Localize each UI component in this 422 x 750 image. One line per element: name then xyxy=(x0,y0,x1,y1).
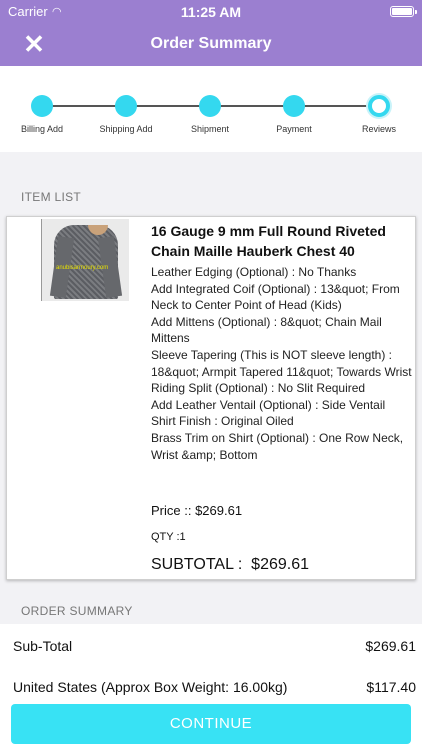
option-line: Add Mittens (Optional) : 8&quot; Chain M… xyxy=(151,314,382,346)
step-dot xyxy=(283,95,305,117)
summary-subtotal-row: Sub-Total $269.61 xyxy=(13,638,416,654)
navigation-bar: ✕ Order Summary xyxy=(0,22,422,66)
option-line: Sleeve Tapering (This is NOT sleeve leng… xyxy=(151,347,412,379)
product-title: 16 Gauge 9 mm Full Round Riveted Chain M… xyxy=(151,223,386,259)
product-quantity: QTY :1 xyxy=(151,531,186,543)
step-label: Shipping Add xyxy=(99,124,153,134)
summary-shipping-value: $117.40 xyxy=(366,679,416,695)
step-dot xyxy=(115,95,137,117)
header-bar: Carrier ◠ 11:25 AM ✕ Order Summary xyxy=(0,0,422,66)
step-label: Payment xyxy=(276,124,312,134)
step-label: Reviews xyxy=(361,124,396,134)
battery-icon xyxy=(390,6,417,17)
step-shipment: Shipment xyxy=(165,95,255,134)
checkout-progress: Billing Add Shipping Add Shipment Paymen… xyxy=(0,66,422,152)
page-title: Order Summary xyxy=(150,35,272,52)
option-line: Leather Edging (Optional) : No Thanks xyxy=(151,265,357,279)
image-watermark: anubisarmoury.com xyxy=(56,265,109,271)
step-billing-add: Billing Add xyxy=(0,95,87,134)
step-reviews: Reviews xyxy=(334,95,422,134)
status-time: 11:25 AM xyxy=(180,4,242,20)
step-dot xyxy=(199,95,221,117)
step-payment: Payment xyxy=(249,95,339,134)
summary-shipping-label: United States (Approx Box Weight: 16.00k… xyxy=(13,679,288,695)
step-label: Shipment xyxy=(190,124,230,134)
step-label: Billing Add xyxy=(20,124,64,134)
subtotal-value: $269.61 xyxy=(251,556,310,573)
option-line: Brass Trim on Shirt (Optional) : One Row… xyxy=(151,430,404,462)
option-line: Riding Split (Optional) : No Slit Requir… xyxy=(151,381,366,396)
item-subtotal: SUBTOTAL : $269.61 xyxy=(151,556,309,574)
option-line: Add Integrated Coif (Optional) : 13&quot… xyxy=(151,281,400,313)
product-price: Price :: $269.61 xyxy=(151,503,243,518)
option-line: Add Leather Ventail (Optional) : Side Ve… xyxy=(151,397,386,412)
summary-shipping-row: United States (Approx Box Weight: 16.00k… xyxy=(13,679,416,695)
subtotal-label: SUBTOTAL : xyxy=(151,556,243,573)
status-bar: Carrier ◠ 11:25 AM xyxy=(0,0,422,22)
summary-subtotal-label: Sub-Total xyxy=(13,638,73,654)
step-dot-current xyxy=(368,95,390,117)
step-shipping-add: Shipping Add xyxy=(81,95,171,134)
summary-subtotal-value: $269.61 xyxy=(365,638,416,654)
product-image: anubisarmoury.com xyxy=(41,219,129,301)
continue-button[interactable]: CONTINUE xyxy=(11,704,411,744)
product-options: Leather Edging (Optional) : No Thanks Ad… xyxy=(151,264,415,463)
cart-item-card: anubisarmoury.com 16 Gauge 9 mm Full Rou… xyxy=(6,216,416,580)
option-line: Shirt Finish : Original Oiled xyxy=(151,414,294,429)
step-dot xyxy=(31,95,53,117)
order-summary-heading: ORDER SUMMARY xyxy=(21,604,133,618)
item-list-heading: ITEM LIST xyxy=(21,190,82,204)
